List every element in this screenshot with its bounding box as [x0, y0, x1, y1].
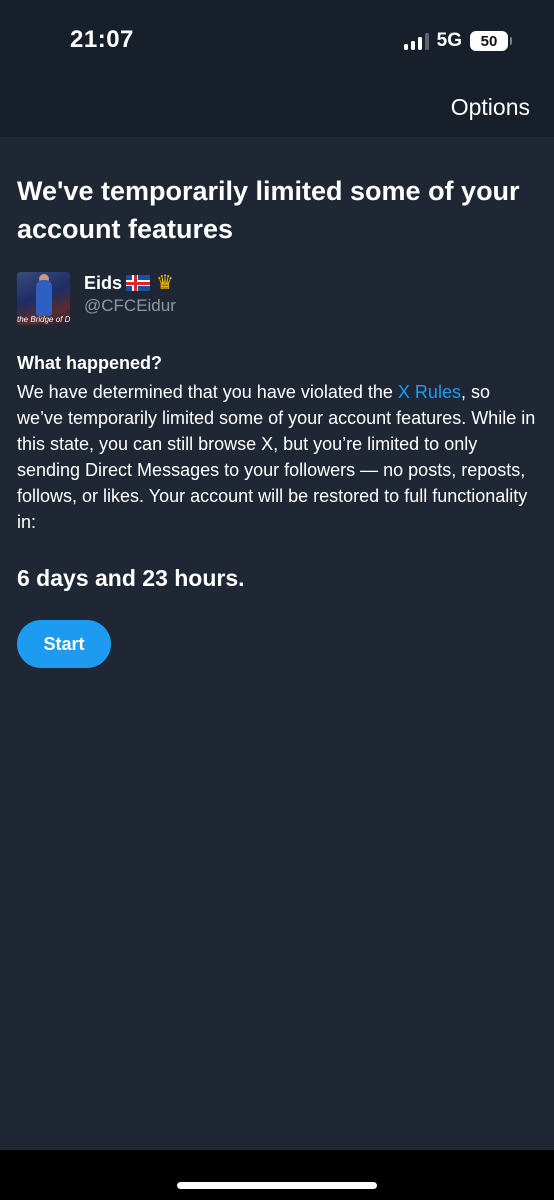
account-card: the Bridge of D Eids ♛ @CFCEidur	[17, 272, 537, 325]
bottom-bar	[0, 1150, 554, 1200]
status-time: 21:07	[70, 26, 134, 53]
home-indicator[interactable]	[177, 1182, 377, 1189]
signal-icon	[403, 32, 429, 50]
x-rules-link[interactable]: X Rules	[398, 382, 461, 402]
top-bar: 21:07 5G 50 Options	[0, 0, 554, 137]
avatar-caption: the Bridge of D	[17, 315, 70, 324]
screen: 21:07 5G 50 Options We've temporarily li…	[0, 0, 554, 1200]
display-name: Eids	[84, 273, 123, 293]
restriction-countdown: 6 days and 23 hours.	[17, 565, 245, 591]
crown-icon: ♛	[156, 272, 174, 294]
start-button[interactable]: Start	[17, 620, 111, 668]
account-handle: @CFCEidur	[84, 296, 176, 315]
notice-content: We've temporarily limited some of your a…	[17, 172, 537, 668]
explanation-part-2: , so we’ve temporarily limited some of y…	[17, 382, 536, 532]
display-name-row: Eids ♛	[84, 272, 176, 294]
iceland-flag-icon	[126, 275, 151, 291]
status-indicators: 5G 50	[403, 30, 512, 52]
battery-level: 50	[480, 32, 498, 50]
section-title: What happened?	[17, 353, 162, 373]
options-button[interactable]: Options	[451, 94, 530, 121]
network-type: 5G	[436, 30, 462, 51]
explanation-part-1: We have determined that you have violate…	[17, 382, 398, 402]
avatar: the Bridge of D	[17, 272, 70, 325]
explanation-text: We have determined that you have violate…	[17, 379, 539, 535]
battery-icon: 50	[470, 31, 512, 51]
account-names: Eids ♛ @CFCEidur	[84, 272, 176, 316]
page-title: We've temporarily limited some of your a…	[17, 176, 520, 244]
